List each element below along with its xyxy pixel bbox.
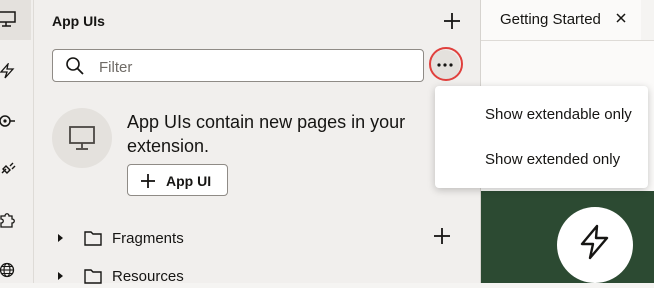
plus-icon: [434, 228, 450, 244]
plus-icon: [141, 174, 155, 188]
menu-item-label: Show extendable only: [485, 106, 632, 123]
add-app-ui-button[interactable]: App UI: [127, 164, 228, 196]
globe-icon[interactable]: [0, 262, 16, 278]
folder-icon: [84, 269, 102, 284]
connector-icon[interactable]: [0, 161, 16, 177]
desktop-icon: [69, 126, 95, 150]
tree-item-fragments[interactable]: Fragments: [56, 228, 456, 250]
add-fragment-button[interactable]: [431, 225, 453, 247]
puzzle-icon[interactable]: [0, 212, 16, 228]
lightning-badge: [557, 207, 633, 283]
tab-getting-started[interactable]: Getting Started: [481, 0, 641, 42]
filter-field[interactable]: [52, 49, 424, 82]
more-options-button[interactable]: [430, 50, 460, 80]
close-icon[interactable]: [615, 12, 627, 24]
lightning-icon[interactable]: [0, 63, 16, 79]
menu-item-show-extendable-only[interactable]: Show extendable only: [435, 92, 648, 138]
lightning-icon: [580, 224, 609, 260]
more-options-menu: Show extendable only Show extended only: [435, 86, 648, 188]
folder-icon: [84, 231, 102, 246]
empty-state-icon: [52, 108, 112, 168]
desktop-icon[interactable]: [0, 11, 16, 27]
tree-item-resources[interactable]: Resources: [56, 266, 356, 288]
caret-right-icon: [58, 272, 63, 280]
caret-right-icon: [58, 234, 63, 242]
tree-item-label: Resources: [112, 268, 184, 285]
more-dots-icon: [437, 63, 453, 67]
tree-item-label: Fragments: [112, 230, 184, 247]
filter-input[interactable]: [97, 56, 401, 78]
tab-label: Getting Started: [500, 11, 601, 28]
activity-rail: [0, 0, 34, 283]
app-uis-panel: App UIs App UIs contain new pages in you…: [34, 0, 481, 285]
search-icon: [66, 57, 84, 75]
menu-item-show-extended-only[interactable]: Show extended only: [435, 137, 648, 183]
panel-title: App UIs: [52, 13, 105, 29]
empty-state-message: App UIs contain new pages in your extens…: [127, 112, 406, 156]
add-app-ui-label: App UI: [166, 173, 212, 189]
add-app-ui-icon-button[interactable]: [441, 10, 463, 32]
menu-item-label: Show extended only: [485, 151, 621, 168]
plug-icon[interactable]: [0, 113, 16, 129]
plus-icon: [444, 13, 460, 29]
